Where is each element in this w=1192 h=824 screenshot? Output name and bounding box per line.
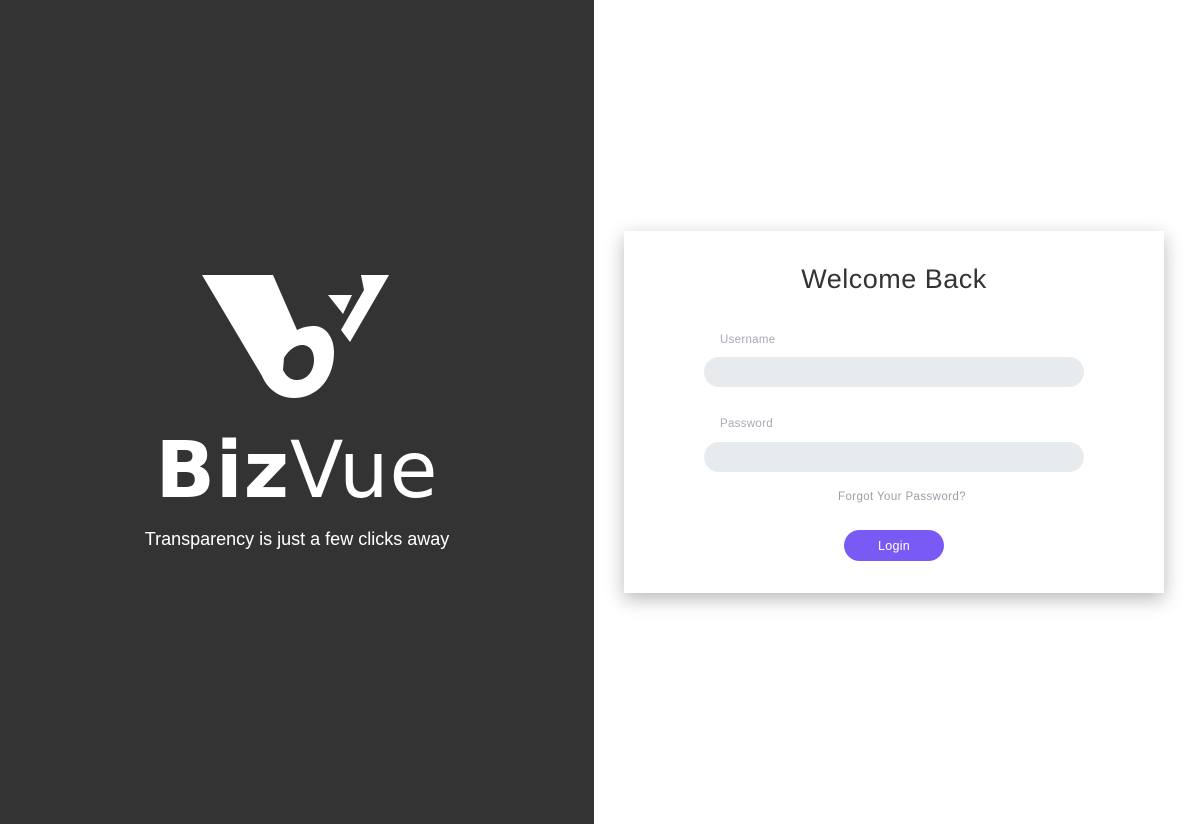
login-card: Welcome Back Username Password Forgot Yo… bbox=[624, 231, 1164, 593]
brand-name-bold: Biz bbox=[155, 426, 291, 516]
bizvue-logo-icon bbox=[202, 275, 389, 398]
password-label: Password bbox=[720, 418, 773, 430]
brand-name: BizVue bbox=[0, 426, 594, 516]
username-input[interactable] bbox=[704, 357, 1084, 387]
brand-panel: BizVue Transparency is just a few clicks… bbox=[0, 0, 594, 824]
forgot-password-link[interactable]: Forgot Your Password? bbox=[624, 489, 1180, 505]
username-label: Username bbox=[720, 334, 776, 346]
brand-tagline: Transparency is just a few clicks away bbox=[144, 529, 450, 549]
login-title: Welcome Back bbox=[801, 264, 987, 294]
login-page: BizVue Transparency is just a few clicks… bbox=[0, 0, 1192, 824]
password-input[interactable] bbox=[704, 442, 1084, 472]
login-button[interactable]: Login bbox=[844, 530, 944, 561]
brand-name-light: Vue bbox=[290, 426, 439, 516]
